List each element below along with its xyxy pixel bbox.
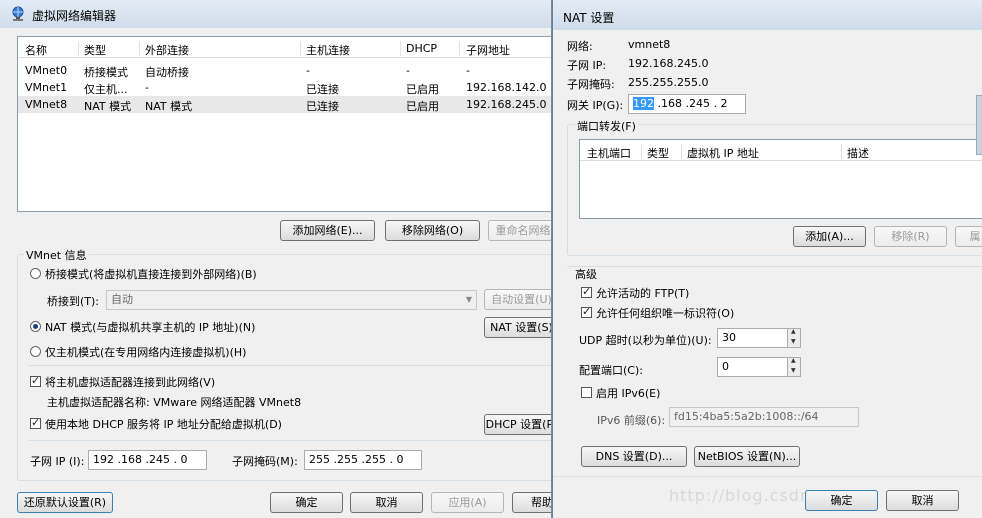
col-dhcp[interactable]: DHCP bbox=[406, 42, 437, 55]
network-table[interactable]: 名称 类型 外部连接 主机连接 DHCP 子网地址 VMnet0 桥接模式 自动… bbox=[17, 36, 551, 212]
dns-settings-button[interactable]: DNS 设置(D)... bbox=[581, 446, 687, 467]
col-subnet[interactable]: 子网地址 bbox=[466, 42, 510, 58]
add-network-button[interactable]: 添加网络(E)... bbox=[280, 220, 375, 241]
vmnet-info-group bbox=[17, 254, 551, 481]
host-only-label[interactable]: 仅主机模式(在专用网络内连接虚拟机)(H) bbox=[45, 344, 246, 360]
apply-button[interactable]: 应用(A) bbox=[431, 492, 504, 513]
udp-timeout-spinner[interactable] bbox=[787, 328, 801, 348]
table-row-selected[interactable]: VMnet8 NAT 模式 NAT 模式 已连接 已启用 192.168.245… bbox=[18, 96, 551, 113]
gateway-ip-selected: 192 bbox=[633, 97, 654, 110]
host-only-radio[interactable] bbox=[30, 346, 41, 357]
right-window-title: NAT 设置 bbox=[563, 11, 615, 25]
col-description[interactable]: 描述 bbox=[847, 145, 869, 161]
port-forwarding-table[interactable]: 主机端口 类型 虚拟机 IP 地址 描述 bbox=[579, 139, 982, 219]
nat-ok-button[interactable]: 确定 bbox=[805, 490, 878, 511]
col-type[interactable]: 类型 bbox=[84, 42, 106, 58]
chevron-down-icon: ▼ bbox=[465, 295, 472, 304]
nat-mode-label[interactable]: NAT 模式(与虚拟机共享主机的 IP 地址)(N) bbox=[45, 319, 255, 335]
cancel-button[interactable]: 取消 bbox=[350, 492, 423, 513]
bridge-to-select[interactable]: 自动 ▼ bbox=[106, 290, 477, 310]
divider bbox=[553, 476, 982, 477]
divider bbox=[567, 266, 982, 267]
bridge-to-label: 桥接到(T): bbox=[47, 295, 100, 308]
restore-defaults-button[interactable]: 还原默认设置(R) bbox=[17, 492, 113, 513]
pf-remove-button[interactable]: 移除(R) bbox=[874, 226, 947, 247]
nat-cancel-button[interactable]: 取消 bbox=[886, 490, 959, 511]
pf-add-button[interactable]: 添加(A)... bbox=[793, 226, 866, 247]
remove-network-button[interactable]: 移除网络(O) bbox=[385, 220, 480, 241]
port-forwarding-label: 端口转发(F) bbox=[575, 118, 638, 134]
col-host-port[interactable]: 主机端口 bbox=[587, 145, 631, 161]
col-external[interactable]: 外部连接 bbox=[145, 42, 189, 58]
col-vm-ip[interactable]: 虚拟机 IP 地址 bbox=[687, 145, 759, 161]
help-button[interactable]: 帮助 bbox=[512, 492, 551, 513]
network-table-header: 名称 类型 外部连接 主机连接 DHCP 子网地址 bbox=[18, 39, 551, 58]
nat-subnet-ip-label: 子网 IP: bbox=[567, 59, 607, 72]
divider bbox=[28, 365, 551, 366]
nat-subnet-mask-value: 255.255.255.0 bbox=[628, 76, 709, 89]
enable-ipv6-checkbox[interactable] bbox=[581, 387, 592, 398]
udp-timeout-label: UDP 超时(以秒为单位)(U): bbox=[579, 334, 712, 347]
table-row[interactable]: VMnet1 仅主机... - 已连接 已启用 192.168.142.0 bbox=[18, 79, 551, 96]
allow-ftp-label[interactable]: 允许活动的 FTP(T) bbox=[596, 285, 689, 301]
subnet-mask-input[interactable]: 255 .255 .255 . 0 bbox=[304, 450, 422, 470]
nat-settings-button[interactable]: NAT 设置(S) bbox=[484, 317, 551, 338]
rename-network-button[interactable]: 重命名网络 bbox=[488, 220, 551, 241]
config-port-spinner[interactable] bbox=[787, 357, 801, 377]
network-value: vmnet8 bbox=[628, 38, 671, 51]
table-row[interactable]: VMnet0 桥接模式 自动桥接 - - - bbox=[18, 62, 551, 79]
connect-adapter-checkbox[interactable] bbox=[30, 374, 41, 387]
divider bbox=[28, 440, 551, 441]
udp-timeout-input[interactable]: 30 bbox=[717, 328, 788, 348]
config-port-input[interactable]: 0 bbox=[717, 357, 788, 377]
dhcp-settings-button[interactable]: DHCP 设置(P) bbox=[484, 414, 551, 435]
scrollbar[interactable] bbox=[976, 95, 982, 155]
ipv6-prefix-label: IPv6 前缀(6): bbox=[597, 414, 666, 427]
ipv6-prefix-input[interactable]: fd15:4ba5:5a2b:1008::/64 bbox=[669, 407, 859, 427]
connect-adapter-label[interactable]: 将主机虚拟适配器连接到此网络(V) bbox=[45, 374, 215, 390]
virtual-network-editor-window: 虚拟网络编辑器 名称 类型 外部连接 主机连接 DHCP 子网地址 VMnet0… bbox=[0, 0, 552, 518]
nat-settings-window: NAT 设置 网络: vmnet8 子网 IP: 192.168.245.0 子… bbox=[552, 0, 982, 518]
port-forwarding-header: 主机端口 类型 虚拟机 IP 地址 描述 bbox=[580, 142, 982, 161]
gateway-ip-rest: .168 .245 . 2 bbox=[654, 97, 728, 110]
subnet-ip-input[interactable]: 192 .168 .245 . 0 bbox=[88, 450, 207, 470]
gateway-ip-label: 网关 IP(G): bbox=[567, 99, 624, 112]
subnet-ip-label: 子网 IP (I): bbox=[30, 455, 85, 468]
nat-subnet-ip-value: 192.168.245.0 bbox=[628, 57, 709, 70]
netbios-settings-button[interactable]: NetBIOS 设置(N)... bbox=[694, 446, 800, 467]
network-label: 网络: bbox=[567, 40, 593, 53]
bridge-mode-label[interactable]: 桥接模式(将虚拟机直接连接到外部网络)(B) bbox=[45, 266, 257, 282]
bridge-mode-radio[interactable] bbox=[30, 268, 41, 279]
config-port-label: 配置端口(C): bbox=[579, 364, 643, 377]
adapter-name-text: 主机虚拟适配器名称: VMware 网络适配器 VMnet8 bbox=[47, 396, 302, 409]
ok-button[interactable]: 确定 bbox=[270, 492, 343, 513]
bridge-to-value: 自动 bbox=[111, 293, 133, 306]
col-name[interactable]: 名称 bbox=[25, 42, 47, 58]
subnet-mask-label: 子网掩码(M): bbox=[232, 455, 298, 468]
right-titlebar[interactable]: NAT 设置 bbox=[553, 0, 982, 30]
network-globe-icon bbox=[12, 6, 24, 21]
allow-oui-label[interactable]: 允许任何组织唯一标识符(O) bbox=[596, 305, 734, 321]
allow-oui-checkbox[interactable] bbox=[581, 305, 592, 318]
nat-subnet-mask-label: 子网掩码: bbox=[567, 78, 615, 91]
use-dhcp-checkbox[interactable] bbox=[30, 416, 41, 429]
use-dhcp-label[interactable]: 使用本地 DHCP 服务将 IP 地址分配给虚拟机(D) bbox=[45, 416, 282, 432]
col-host[interactable]: 主机连接 bbox=[306, 42, 350, 58]
gateway-ip-input[interactable]: 192 .168 .245 . 2 bbox=[628, 94, 746, 114]
nat-mode-radio[interactable] bbox=[30, 321, 41, 332]
advanced-label: 高级 bbox=[575, 268, 597, 281]
left-titlebar[interactable]: 虚拟网络编辑器 bbox=[0, 0, 551, 28]
auto-settings-button[interactable]: 自动设置(U) bbox=[484, 289, 551, 310]
col-pf-type[interactable]: 类型 bbox=[647, 145, 669, 161]
left-window-title: 虚拟网络编辑器 bbox=[32, 9, 117, 23]
vmnet-info-label: VMnet 信息 bbox=[24, 247, 89, 263]
enable-ipv6-label[interactable]: 启用 IPv6(E) bbox=[596, 385, 660, 401]
allow-ftp-checkbox[interactable] bbox=[581, 285, 592, 298]
pf-properties-button[interactable]: 属 bbox=[955, 226, 982, 247]
